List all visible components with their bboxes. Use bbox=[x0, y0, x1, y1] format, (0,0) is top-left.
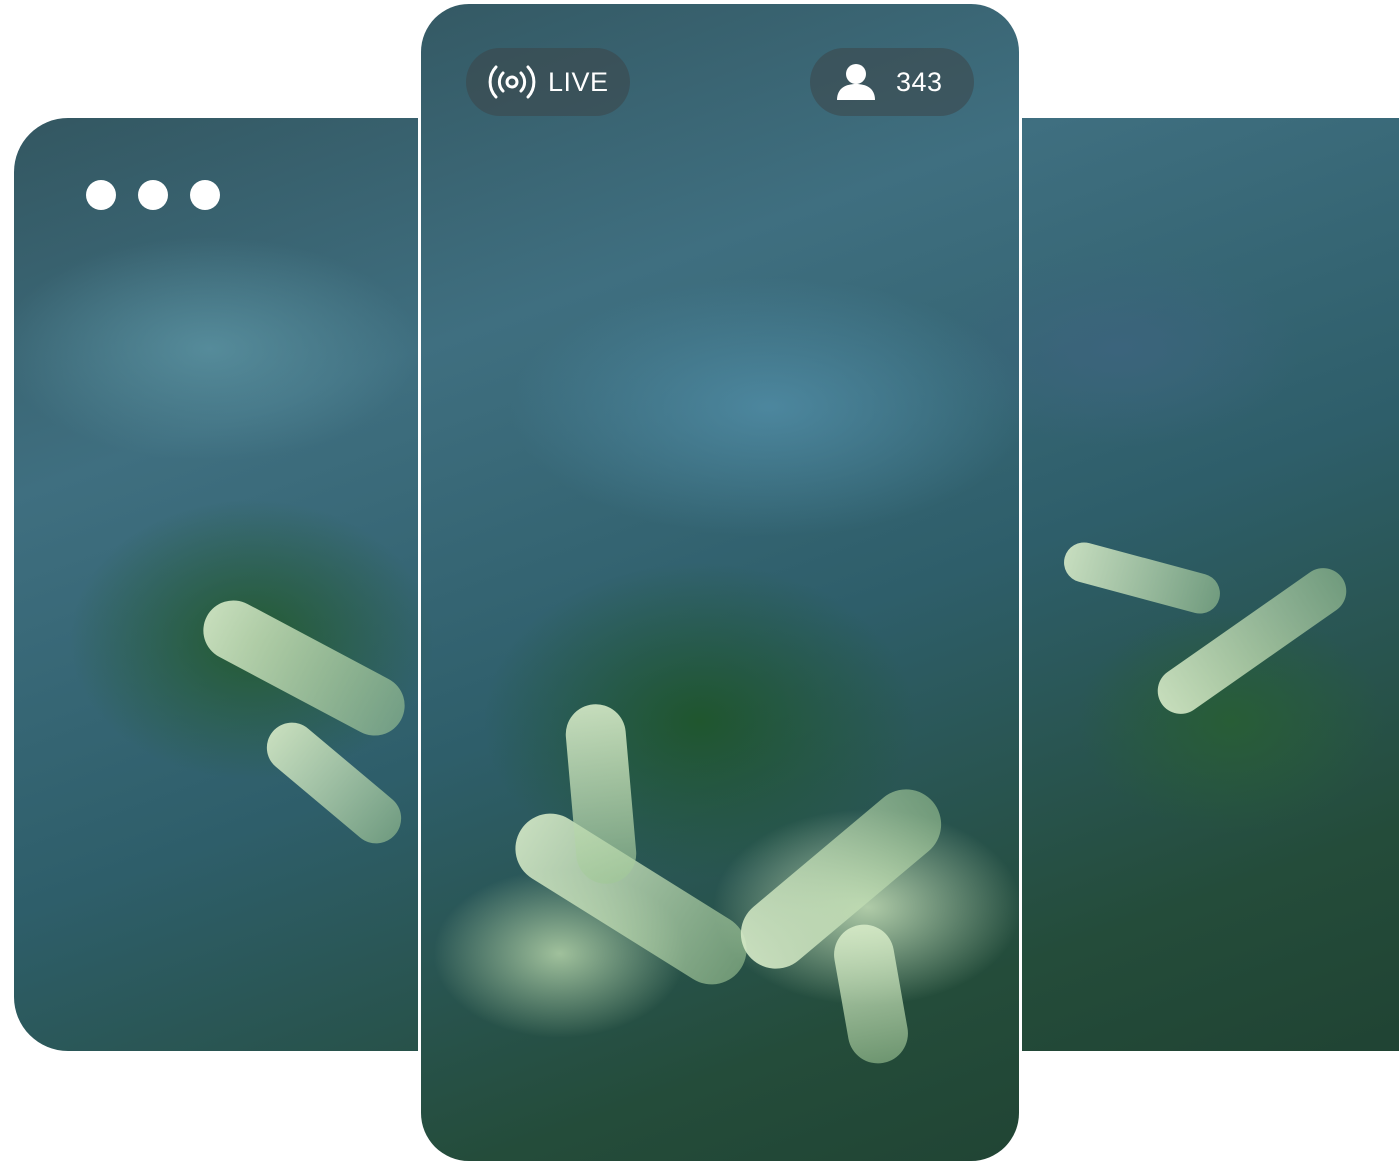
more-options-button[interactable] bbox=[86, 180, 220, 210]
broadcast-icon bbox=[488, 65, 536, 99]
user-icon bbox=[836, 63, 876, 101]
live-label: LIVE bbox=[548, 66, 609, 97]
live-stream-panel[interactable] bbox=[421, 4, 1019, 1161]
viewer-count: 343 bbox=[896, 66, 943, 97]
viewer-count-badge: 343 bbox=[810, 48, 974, 116]
background-photo-detail bbox=[192, 589, 416, 747]
background-photo-detail bbox=[829, 919, 913, 1069]
background-photo-detail bbox=[1059, 537, 1225, 619]
more-dot-icon bbox=[190, 180, 220, 210]
more-dot-icon bbox=[86, 180, 116, 210]
more-dot-icon bbox=[138, 180, 168, 210]
background-photo-detail bbox=[256, 712, 412, 854]
right-preview-panel[interactable] bbox=[1022, 118, 1399, 1051]
live-status-badge: LIVE bbox=[466, 48, 630, 116]
left-preview-panel[interactable] bbox=[14, 118, 418, 1051]
